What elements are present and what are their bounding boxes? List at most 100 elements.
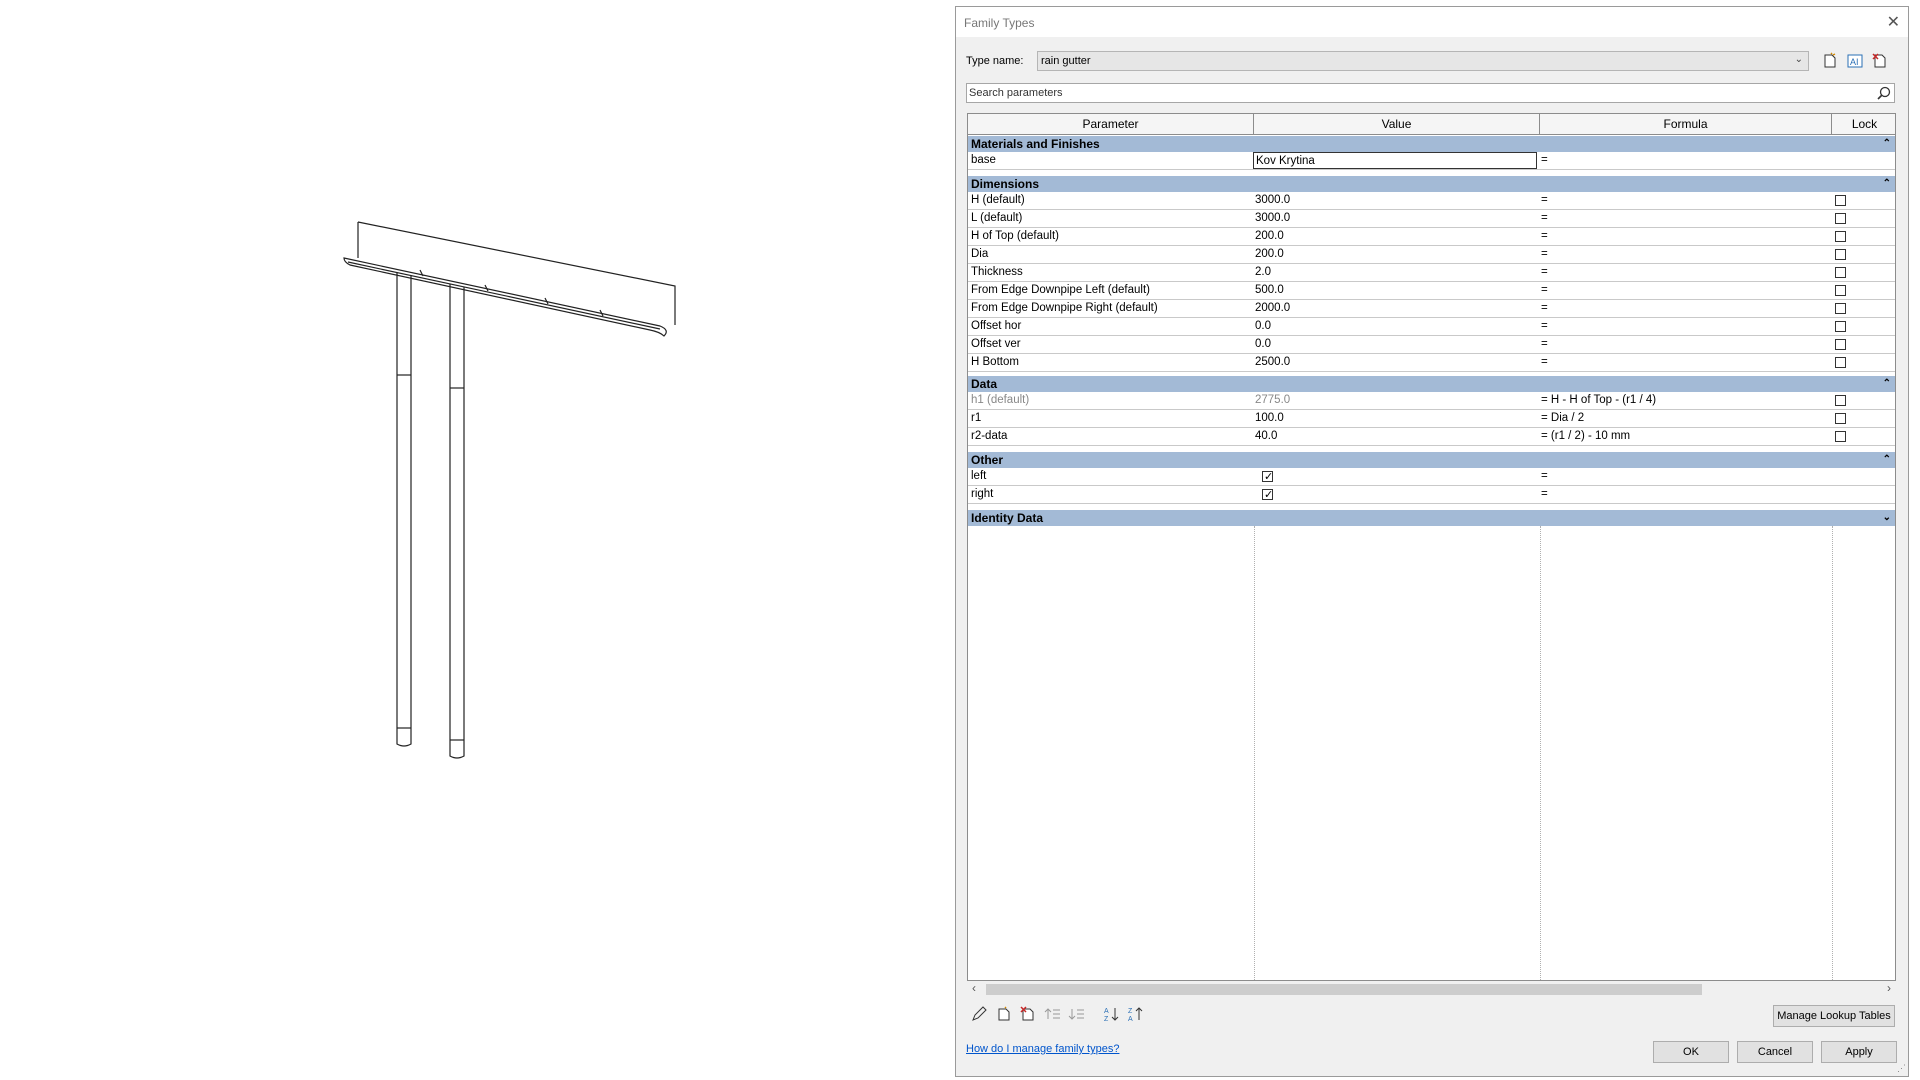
param-value[interactable]: 200.0 bbox=[1255, 246, 1535, 264]
left-checkbox[interactable] bbox=[1262, 469, 1273, 486]
move-down-icon[interactable] bbox=[1068, 1005, 1086, 1023]
table-row[interactable]: h1 (default) 2775.0 = H - H of Top - (r1… bbox=[968, 392, 1895, 410]
material-value-field[interactable]: Kov Krytina bbox=[1253, 152, 1537, 169]
table-row[interactable]: r1 100.0 = Dia / 2 bbox=[968, 410, 1895, 428]
formula[interactable]: = bbox=[1541, 282, 1826, 300]
group-data[interactable]: Data ⌃ bbox=[968, 376, 1895, 392]
formula[interactable]: = bbox=[1541, 486, 1826, 504]
table-row[interactable]: From Edge Downpipe Right (default) 2000.… bbox=[968, 300, 1895, 318]
horizontal-scrollbar[interactable]: ‹ › bbox=[967, 981, 1896, 997]
header-formula[interactable]: Formula bbox=[1540, 114, 1832, 134]
sort-ascending-icon[interactable]: AZ bbox=[1103, 1005, 1121, 1023]
table-row[interactable]: Thickness 2.0 = bbox=[968, 264, 1895, 282]
table-row[interactable]: left = bbox=[968, 468, 1895, 486]
formula[interactable]: = bbox=[1541, 318, 1826, 336]
scroll-left-icon[interactable]: ‹ bbox=[972, 981, 976, 995]
lock-checkbox[interactable] bbox=[1835, 413, 1846, 424]
lock-checkbox[interactable] bbox=[1835, 321, 1846, 332]
rename-type-icon[interactable]: AI bbox=[1846, 52, 1864, 70]
expand-icon[interactable]: ⌄ bbox=[1883, 510, 1891, 526]
formula[interactable]: = bbox=[1541, 228, 1826, 246]
scroll-right-icon[interactable]: › bbox=[1887, 981, 1891, 995]
table-row[interactable]: H of Top (default) 200.0 = bbox=[968, 228, 1895, 246]
table-row[interactable]: Offset ver 0.0 = bbox=[968, 336, 1895, 354]
lock-checkbox[interactable] bbox=[1835, 395, 1846, 406]
cancel-button[interactable]: Cancel bbox=[1737, 1041, 1813, 1063]
formula[interactable]: = bbox=[1541, 210, 1826, 228]
param-value[interactable]: 200.0 bbox=[1255, 228, 1535, 246]
formula[interactable]: = H - H of Top - (r1 / 4) bbox=[1541, 392, 1826, 410]
collapse-icon[interactable]: ⌃ bbox=[1883, 176, 1891, 192]
param-value[interactable]: 0.0 bbox=[1255, 336, 1535, 354]
formula[interactable]: = bbox=[1541, 192, 1826, 210]
manage-lookup-tables-button[interactable]: Manage Lookup Tables bbox=[1773, 1005, 1895, 1027]
param-value[interactable]: 3000.0 bbox=[1255, 210, 1535, 228]
formula[interactable]: = bbox=[1541, 264, 1826, 282]
lock-checkbox[interactable] bbox=[1835, 231, 1846, 242]
new-type-icon[interactable] bbox=[1821, 52, 1839, 70]
table-row[interactable]: base Kov Krytina = bbox=[968, 152, 1895, 170]
type-name-select[interactable]: rain gutter ⌄ bbox=[1037, 51, 1809, 71]
formula[interactable]: = Dia / 2 bbox=[1541, 410, 1826, 428]
header-value[interactable]: Value bbox=[1254, 114, 1540, 134]
resize-grip-icon[interactable]: ⋰ bbox=[1897, 1063, 1906, 1074]
param-value[interactable]: 0.0 bbox=[1255, 318, 1535, 336]
table-row[interactable]: From Edge Downpipe Left (default) 500.0 … bbox=[968, 282, 1895, 300]
table-row[interactable]: Dia 200.0 = bbox=[968, 246, 1895, 264]
header-lock[interactable]: Lock bbox=[1832, 114, 1895, 134]
lock-checkbox[interactable] bbox=[1835, 339, 1846, 350]
move-up-icon[interactable] bbox=[1044, 1005, 1062, 1023]
right-checkbox[interactable] bbox=[1262, 487, 1273, 504]
group-dimensions[interactable]: Dimensions ⌃ bbox=[968, 176, 1895, 192]
lock-checkbox[interactable] bbox=[1835, 267, 1846, 278]
new-parameter-icon[interactable] bbox=[995, 1005, 1013, 1023]
apply-button[interactable]: Apply bbox=[1821, 1041, 1897, 1063]
group-other[interactable]: Other ⌃ bbox=[968, 452, 1895, 468]
collapse-icon[interactable]: ⌃ bbox=[1883, 376, 1891, 392]
close-icon[interactable]: ✕ bbox=[1887, 12, 1900, 32]
group-materials-and-finishes[interactable]: Materials and Finishes ⌃ bbox=[968, 136, 1895, 152]
lock-checkbox[interactable] bbox=[1835, 249, 1846, 260]
formula[interactable]: = bbox=[1541, 300, 1826, 318]
formula[interactable]: = (r1 / 2) - 10 mm bbox=[1541, 428, 1826, 446]
collapse-icon[interactable]: ⌃ bbox=[1883, 452, 1891, 468]
table-row[interactable]: Offset hor 0.0 = bbox=[968, 318, 1895, 336]
search-input[interactable] bbox=[969, 86, 1859, 100]
ok-button[interactable]: OK bbox=[1653, 1041, 1729, 1063]
table-row[interactable]: r2-data 40.0 = (r1 / 2) - 10 mm bbox=[968, 428, 1895, 446]
param-value[interactable]: 2000.0 bbox=[1255, 300, 1535, 318]
formula[interactable]: = bbox=[1541, 152, 1826, 170]
sort-descending-icon[interactable]: ZA bbox=[1127, 1005, 1145, 1023]
formula[interactable]: = bbox=[1541, 468, 1826, 486]
header-parameter[interactable]: Parameter bbox=[968, 114, 1254, 134]
table-row[interactable]: right = bbox=[968, 486, 1895, 504]
delete-type-icon[interactable] bbox=[1871, 52, 1889, 70]
scroll-thumb[interactable] bbox=[986, 984, 1702, 995]
table-row[interactable]: L (default) 3000.0 = bbox=[968, 210, 1895, 228]
param-value[interactable]: 100.0 bbox=[1255, 410, 1535, 428]
lock-checkbox[interactable] bbox=[1835, 213, 1846, 224]
model-viewport[interactable] bbox=[0, 0, 950, 1080]
delete-parameter-icon[interactable] bbox=[1019, 1005, 1037, 1023]
formula[interactable]: = bbox=[1541, 246, 1826, 264]
lock-checkbox[interactable] bbox=[1835, 195, 1846, 206]
lock-checkbox[interactable] bbox=[1835, 357, 1846, 368]
lock-checkbox[interactable] bbox=[1835, 431, 1846, 442]
search-parameters[interactable] bbox=[966, 83, 1895, 103]
formula[interactable]: = bbox=[1541, 354, 1826, 372]
lock-checkbox[interactable] bbox=[1835, 303, 1846, 314]
param-value[interactable]: 500.0 bbox=[1255, 282, 1535, 300]
formula[interactable]: = bbox=[1541, 336, 1826, 354]
param-value[interactable]: 3000.0 bbox=[1255, 192, 1535, 210]
table-row[interactable]: H (default) 3000.0 = bbox=[968, 192, 1895, 210]
lock-checkbox[interactable] bbox=[1835, 285, 1846, 296]
edit-parameter-icon[interactable] bbox=[970, 1005, 988, 1023]
search-icon[interactable] bbox=[1877, 86, 1891, 100]
help-link[interactable]: How do I manage family types? bbox=[966, 1043, 1119, 1055]
param-value[interactable]: 40.0 bbox=[1255, 428, 1535, 446]
group-identity-data[interactable]: Identity Data ⌄ bbox=[968, 510, 1895, 526]
collapse-icon[interactable]: ⌃ bbox=[1883, 136, 1891, 152]
table-row[interactable]: H Bottom 2500.0 = bbox=[968, 354, 1895, 372]
param-value[interactable]: 2500.0 bbox=[1255, 354, 1535, 372]
param-value[interactable]: 2.0 bbox=[1255, 264, 1535, 282]
